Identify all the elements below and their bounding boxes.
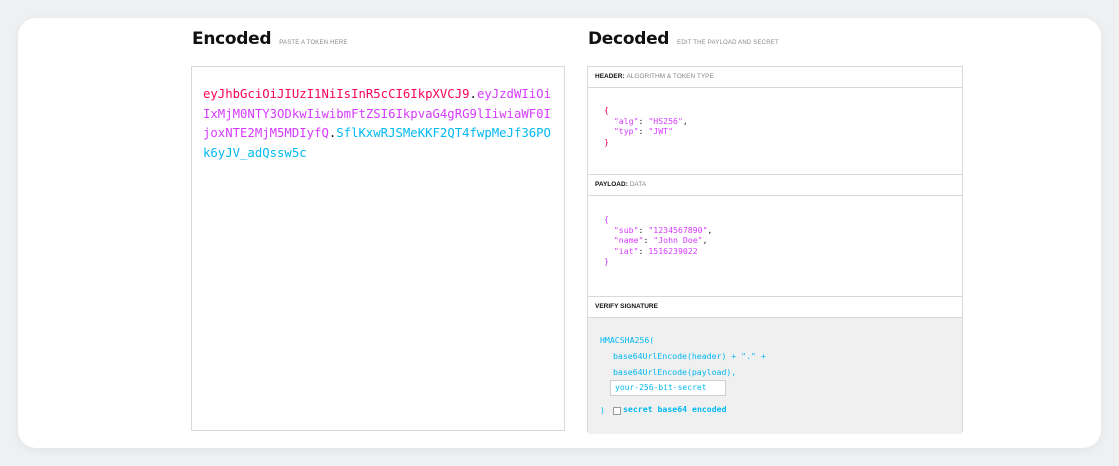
sub-value: "1234567890": [648, 224, 708, 235]
header-pane-label: HEADER: ALGORITHM & TOKEN TYPE: [588, 67, 962, 88]
typ-value: "JWT": [648, 126, 674, 136]
hmac-close-paren: ): [600, 405, 605, 415]
secret-input[interactable]: your-256-bit-secret: [610, 380, 726, 396]
encoded-token-editor[interactable]: eyJhbGciOiJIUzI1NiIsInR5cCI6IkpXVCJ9.eyJ…: [191, 66, 565, 431]
header-json-editor[interactable]: { "alg": "HS256", "typ": "JWT" }: [588, 88, 962, 175]
iat-key: "iat": [613, 245, 639, 256]
name-key: "name": [613, 235, 644, 245]
token-text[interactable]: eyJhbGciOiJIUzI1NiIsInR5cCI6IkpXVCJ9.eyJ…: [203, 85, 553, 164]
payload-json-editor[interactable]: { "sub": "1234567890", "name": "John Doe…: [588, 196, 962, 297]
payload-pane-label: PAYLOAD: DATA: [588, 175, 962, 196]
encode-payload-line: base64UrlEncode(payload),: [613, 367, 737, 377]
alg-key: "alg": [613, 115, 639, 126]
alg-value: "HS256": [648, 115, 683, 126]
decoded-subtitle: EDIT THE PAYLOAD AND SECRET: [677, 40, 779, 46]
token-header-part: eyJhbGciOiJIUzI1NiIsInR5cCI6IkpXVCJ9: [203, 87, 470, 101]
token-separator: .: [469, 87, 477, 101]
name-value: "John Doe": [653, 235, 703, 245]
signature-pane-label: VERIFY SIGNATURE: [588, 297, 962, 318]
payload-label-sub: DATA: [629, 181, 647, 188]
payload-label: PAYLOAD:: [595, 181, 628, 188]
encoded-title: Encoded: [192, 29, 272, 49]
decoded-panel: HEADER: ALGORITHM & TOKEN TYPE { "alg": …: [587, 66, 963, 434]
sub-key: "sub": [613, 224, 639, 235]
decoded-section-header: Decoded EDIT THE PAYLOAD AND SECRET: [588, 29, 779, 49]
header-close-brace: }: [604, 136, 609, 147]
signature-verifier: HMACSHA256( base64UrlEncode(header) + ".…: [588, 318, 962, 434]
iat-value: 1516239022: [648, 245, 698, 256]
header-label-sub: ALGORITHM & TOKEN TYPE: [626, 73, 714, 80]
base64-secret-label[interactable]: secret base64 encoded: [623, 404, 727, 414]
base64-secret-checkbox[interactable]: [613, 407, 621, 415]
encode-header-line: base64UrlEncode(header) + "." +: [613, 351, 766, 361]
header-label: HEADER:: [595, 73, 625, 80]
header-open-brace: {: [604, 105, 609, 115]
signature-label: VERIFY SIGNATURE: [595, 303, 658, 310]
encoded-section-header: Encoded PASTE A TOKEN HERE: [192, 29, 348, 49]
payload-open-brace: {: [604, 214, 609, 224]
encoded-subtitle: PASTE A TOKEN HERE: [279, 40, 348, 46]
payload-close-brace: }: [604, 256, 609, 266]
hmac-function-line: HMACSHA256(: [600, 335, 655, 345]
typ-key: "typ": [613, 126, 639, 136]
decoded-title: Decoded: [588, 29, 670, 49]
